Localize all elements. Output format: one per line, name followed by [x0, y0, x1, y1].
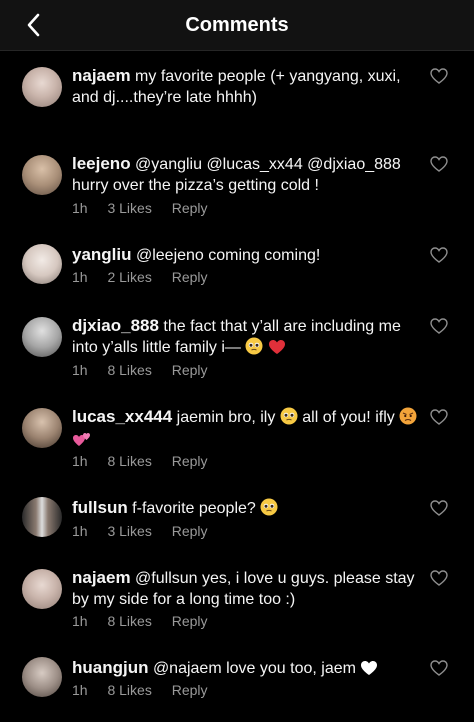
comment-body: leejeno @yangliu @lucas_xx44 @djxiao_888…	[72, 153, 427, 196]
reply-button[interactable]: Reply	[172, 362, 208, 378]
comment-body: najaem my favorite people (+ yangyang, x…	[72, 65, 427, 108]
comment-time: 1h	[72, 362, 88, 378]
comment-time: 1h	[72, 613, 88, 629]
avatar[interactable]	[22, 408, 62, 448]
avatar[interactable]	[22, 317, 62, 357]
heart-icon[interactable]	[430, 409, 448, 425]
comment-username[interactable]: yangliu	[72, 245, 132, 264]
white-heart-emoji-icon	[360, 660, 378, 682]
heart-icon[interactable]	[430, 660, 448, 676]
comment-username[interactable]: najaem	[72, 66, 131, 85]
avatar[interactable]	[22, 497, 62, 537]
comment-text-continued: all of you! ifly	[302, 409, 395, 426]
comment-meta: 1h 8 Likes Reply	[72, 453, 224, 469]
comment-meta: 1h 8 Likes Reply	[72, 682, 224, 698]
comment-body: najaem @fullsun yes, i love u guys. plea…	[72, 567, 427, 610]
comment-likes[interactable]: 3 Likes	[107, 523, 151, 539]
comment-username[interactable]: najaem	[72, 568, 131, 587]
comment-text: @leejeno coming coming!	[135, 247, 321, 264]
comment-text: jaemin bro, ily	[176, 409, 276, 426]
pleading-face-emoji-icon	[245, 337, 263, 361]
avatar[interactable]	[22, 244, 62, 284]
two-hearts-emoji-icon	[72, 431, 92, 455]
comment-body: djxiao_888 the fact that y’all are inclu…	[72, 315, 427, 361]
comment-likes[interactable]: 8 Likes	[107, 362, 151, 378]
comment-meta: 1h 3 Likes Reply	[72, 523, 224, 539]
comment-time: 1h	[72, 269, 88, 285]
pleading-face-emoji-icon	[260, 498, 278, 522]
comment-time: 1h	[72, 682, 88, 698]
heart-icon[interactable]	[430, 156, 448, 172]
comment-likes[interactable]: 2 Likes	[107, 269, 151, 285]
reply-button[interactable]: Reply	[172, 682, 208, 698]
comment-likes[interactable]: 8 Likes	[107, 613, 151, 629]
comment-text: @najaem love you too, jaem	[152, 660, 356, 677]
page-title: Comments	[185, 14, 289, 36]
pouting-face-emoji-icon	[399, 407, 417, 431]
heart-icon[interactable]	[430, 247, 448, 263]
comment-meta: 1h 2 Likes Reply	[72, 269, 224, 285]
reply-button[interactable]: Reply	[172, 200, 208, 216]
comment-body: huangjun @najaem love you too, jaem	[72, 657, 427, 682]
comment-meta: 1h 8 Likes Reply	[72, 362, 224, 378]
reply-button[interactable]: Reply	[172, 269, 208, 285]
comment-time: 1h	[72, 200, 88, 216]
heart-icon[interactable]	[430, 570, 448, 586]
heart-icon[interactable]	[430, 500, 448, 516]
avatar[interactable]	[22, 155, 62, 195]
pleading-face-emoji-icon	[280, 407, 298, 431]
comment-body: yangliu @leejeno coming coming!	[72, 244, 427, 266]
comment-text: f-favorite people?	[132, 500, 256, 517]
heart-icon[interactable]	[430, 68, 448, 84]
reply-button[interactable]: Reply	[172, 523, 208, 539]
comment-body: fullsun f-favorite people?	[72, 497, 427, 522]
avatar[interactable]	[22, 67, 62, 107]
comment-likes[interactable]: 8 Likes	[107, 682, 151, 698]
comment-time: 1h	[72, 523, 88, 539]
comment-username[interactable]: leejeno	[72, 154, 131, 173]
reply-button[interactable]: Reply	[172, 453, 208, 469]
comment-meta: 1h 3 Likes Reply	[72, 200, 224, 216]
comment-body: lucas_xx444 jaemin bro, ily all of you! …	[72, 406, 427, 455]
comment-username[interactable]: fullsun	[72, 498, 128, 517]
avatar[interactable]	[22, 657, 62, 697]
comment-username[interactable]: huangjun	[72, 658, 148, 677]
reply-button[interactable]: Reply	[172, 613, 208, 629]
comment-meta: 1h 8 Likes Reply	[72, 613, 224, 629]
comment-likes[interactable]: 8 Likes	[107, 453, 151, 469]
comment-username[interactable]: lucas_xx444	[72, 407, 172, 426]
comment-time: 1h	[72, 453, 88, 469]
comment-likes[interactable]: 3 Likes	[107, 200, 151, 216]
avatar[interactable]	[22, 569, 62, 609]
red-heart-emoji-icon	[268, 339, 286, 361]
comment-username[interactable]: djxiao_888	[72, 316, 159, 335]
header-bar: Comments	[0, 0, 474, 51]
heart-icon[interactable]	[430, 318, 448, 334]
